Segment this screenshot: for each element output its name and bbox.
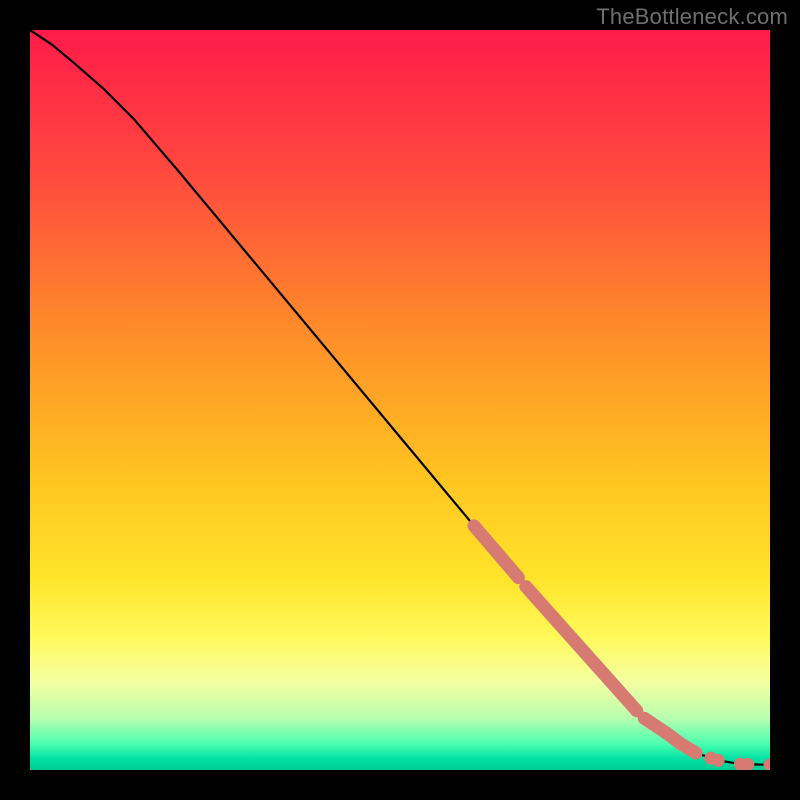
attribution-label: TheBottleneck.com bbox=[596, 4, 788, 30]
highlight-segment bbox=[681, 744, 696, 753]
chart-frame: TheBottleneck.com bbox=[0, 0, 800, 800]
plot-area bbox=[30, 30, 770, 770]
chart-svg bbox=[30, 30, 770, 770]
highlight-dot bbox=[712, 754, 725, 767]
gradient-background bbox=[30, 30, 770, 770]
